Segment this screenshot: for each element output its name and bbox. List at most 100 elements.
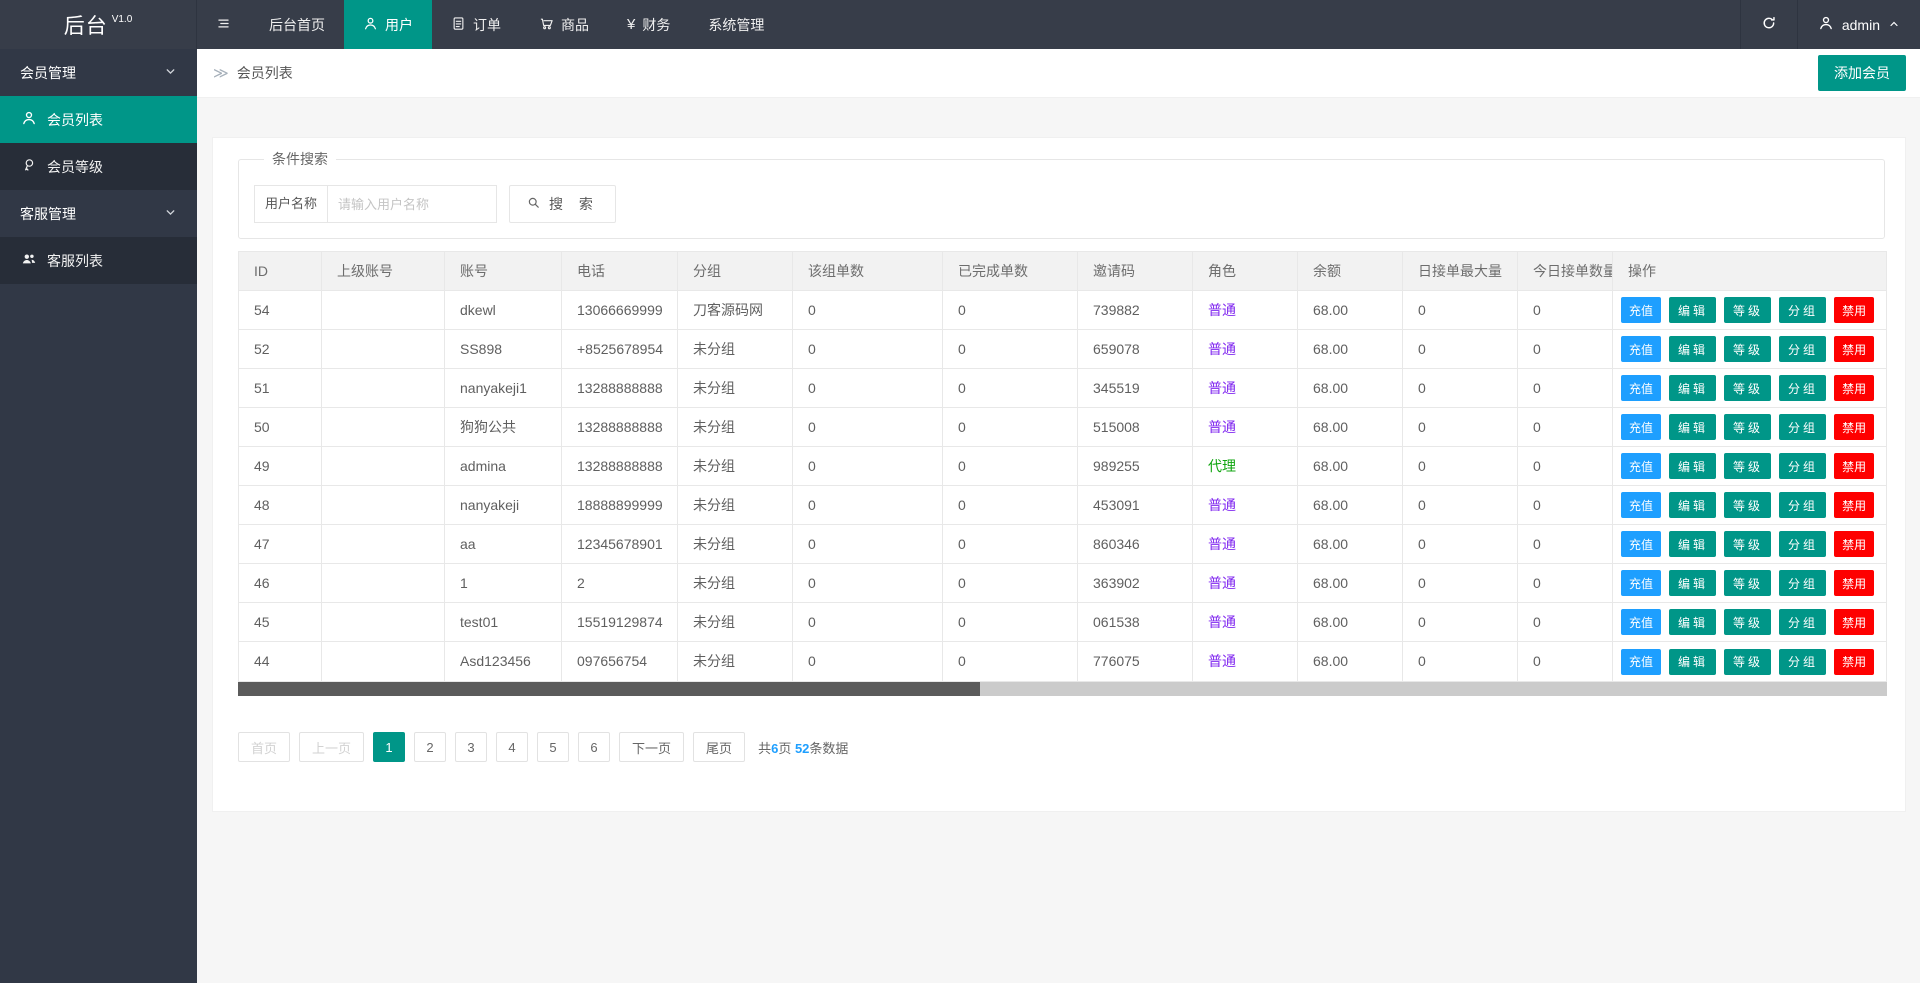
edit-button[interactable]: 编辑 (1669, 414, 1716, 440)
recharge-button[interactable]: 充值 (1621, 453, 1661, 479)
level-button[interactable]: 等级 (1724, 453, 1771, 479)
pagination-page-button[interactable]: 6 (578, 732, 610, 762)
disable-button[interactable]: 禁用 (1834, 336, 1874, 362)
disable-button[interactable]: 禁用 (1834, 570, 1874, 596)
group-button[interactable]: 分组 (1779, 531, 1826, 557)
nav-item-users[interactable]: 用户 (344, 0, 432, 49)
table-row: 50狗狗公共13288888888未分组00515008普通68.0000充值编… (239, 408, 1886, 447)
group-button[interactable]: 分组 (1779, 570, 1826, 596)
edit-button[interactable]: 编辑 (1669, 531, 1716, 557)
edit-button[interactable]: 编辑 (1669, 453, 1716, 479)
edit-button[interactable]: 编辑 (1669, 336, 1716, 362)
cell-parent (322, 564, 445, 603)
group-button[interactable]: 分组 (1779, 375, 1826, 401)
disable-button[interactable]: 禁用 (1834, 375, 1874, 401)
scrollbar-thumb[interactable] (238, 682, 980, 696)
cell-role: 普通 (1193, 369, 1298, 408)
pagination-first-button[interactable]: 首页 (238, 732, 290, 762)
level-button[interactable]: 等级 (1724, 375, 1771, 401)
username-input[interactable] (327, 185, 497, 223)
group-button[interactable]: 分组 (1779, 297, 1826, 323)
horizontal-scrollbar[interactable] (238, 682, 1887, 696)
pagination-prev-button[interactable]: 上一页 (299, 732, 364, 762)
level-button[interactable]: 等级 (1724, 570, 1771, 596)
cell-done_orders: 0 (943, 369, 1078, 408)
cell-group: 未分组 (678, 330, 793, 369)
pagination-next-button[interactable]: 下一页 (619, 732, 684, 762)
cell-daily_max: 0 (1403, 564, 1518, 603)
edit-button[interactable]: 编辑 (1669, 297, 1716, 323)
table-row: 48nanyakeji18888899999未分组00453091普通68.00… (239, 486, 1886, 525)
refresh-button[interactable] (1740, 0, 1797, 49)
level-button[interactable]: 等级 (1724, 297, 1771, 323)
edit-button[interactable]: 编辑 (1669, 492, 1716, 518)
pagination-page-button[interactable]: 3 (455, 732, 487, 762)
level-button[interactable]: 等级 (1724, 336, 1771, 362)
edit-button[interactable]: 编辑 (1669, 649, 1716, 675)
group-button[interactable]: 分组 (1779, 453, 1826, 479)
disable-button[interactable]: 禁用 (1834, 453, 1874, 479)
level-button[interactable]: 等级 (1724, 609, 1771, 635)
recharge-button[interactable]: 充值 (1621, 531, 1661, 557)
recharge-button[interactable]: 充值 (1621, 375, 1661, 401)
group-button[interactable]: 分组 (1779, 492, 1826, 518)
group-button[interactable]: 分组 (1779, 609, 1826, 635)
recharge-button[interactable]: 充值 (1621, 570, 1661, 596)
edit-button[interactable]: 编辑 (1669, 609, 1716, 635)
sidebar-group-member-management[interactable]: 会员管理 (0, 49, 197, 96)
cell-group: 未分组 (678, 408, 793, 447)
column-header: 今日接单数量 (1518, 252, 1613, 291)
recharge-button[interactable]: 充值 (1621, 297, 1661, 323)
disable-button[interactable]: 禁用 (1834, 492, 1874, 518)
nav-item-system[interactable]: 系统管理 (689, 0, 783, 49)
nav-item-products[interactable]: 商品 (520, 0, 608, 49)
cell-phone: 097656754 (562, 642, 678, 681)
search-button[interactable]: 搜 索 (509, 185, 616, 223)
search-row: 用户名称 搜 索 (254, 185, 1869, 223)
disable-button[interactable]: 禁用 (1834, 414, 1874, 440)
recharge-button[interactable]: 充值 (1621, 414, 1661, 440)
recharge-button[interactable]: 充值 (1621, 649, 1661, 675)
edit-button[interactable]: 编辑 (1669, 570, 1716, 596)
column-header: ID (239, 252, 322, 291)
disable-button[interactable]: 禁用 (1834, 531, 1874, 557)
cell-invite: 860346 (1078, 525, 1193, 564)
pagination-page-button[interactable]: 4 (496, 732, 528, 762)
menu-toggle-button[interactable] (197, 0, 250, 49)
group-button[interactable]: 分组 (1779, 649, 1826, 675)
cell-today: 0 (1518, 525, 1613, 564)
level-button[interactable]: 等级 (1724, 492, 1771, 518)
sidebar-item-member-list[interactable]: 会员列表 (0, 96, 197, 143)
nav-item-home[interactable]: 后台首页 (250, 0, 344, 49)
pagination-last-button[interactable]: 尾页 (693, 732, 745, 762)
recharge-button[interactable]: 充值 (1621, 336, 1661, 362)
pagination-page-button[interactable]: 1 (373, 732, 405, 762)
nav-item-finance[interactable]: ¥ 财务 (608, 0, 689, 49)
cell-invite: 453091 (1078, 486, 1193, 525)
recharge-button[interactable]: 充值 (1621, 492, 1661, 518)
table-row: 51nanyakeji113288888888未分组00345519普通68.0… (239, 369, 1886, 408)
disable-button[interactable]: 禁用 (1834, 297, 1874, 323)
disable-button[interactable]: 禁用 (1834, 609, 1874, 635)
recharge-button[interactable]: 充值 (1621, 609, 1661, 635)
level-button[interactable]: 等级 (1724, 649, 1771, 675)
sidebar-item-service-list[interactable]: 客服列表 (0, 237, 197, 284)
user-icon (363, 16, 378, 34)
group-button[interactable]: 分组 (1779, 414, 1826, 440)
cell-today: 0 (1518, 603, 1613, 642)
cell-role: 普通 (1193, 642, 1298, 681)
pagination-page-button[interactable]: 5 (537, 732, 569, 762)
pagination-page-button[interactable]: 2 (414, 732, 446, 762)
cell-actions: 充值编辑等级分组禁用 (1613, 564, 1886, 603)
level-button[interactable]: 等级 (1724, 414, 1771, 440)
nav-item-orders[interactable]: 订单 (432, 0, 520, 49)
cell-parent (322, 486, 445, 525)
sidebar-item-member-level[interactable]: 会员等级 (0, 143, 197, 190)
disable-button[interactable]: 禁用 (1834, 649, 1874, 675)
level-button[interactable]: 等级 (1724, 531, 1771, 557)
add-member-button[interactable]: 添加会员 (1818, 55, 1906, 91)
edit-button[interactable]: 编辑 (1669, 375, 1716, 401)
admin-dropdown[interactable]: admin (1797, 0, 1920, 49)
sidebar-group-service-management[interactable]: 客服管理 (0, 190, 197, 237)
group-button[interactable]: 分组 (1779, 336, 1826, 362)
